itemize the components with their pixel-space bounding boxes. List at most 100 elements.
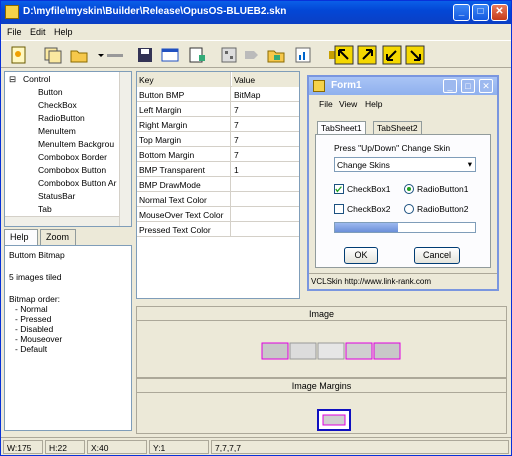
tree-item[interactable]: Combobox Button <box>38 165 106 175</box>
tree-horizontal-scrollbar[interactable] <box>5 216 119 226</box>
tree-item[interactable]: MenuItem Backgrou <box>38 139 114 149</box>
property-key[interactable]: Left Margin <box>137 102 231 117</box>
close-button[interactable]: ✕ <box>491 4 508 21</box>
chevron-down-icon[interactable]: ▾ <box>468 159 472 170</box>
image-folder-icon[interactable] <box>266 45 286 65</box>
property-key[interactable]: BMP DrawMode <box>137 177 231 192</box>
form-edit-icon[interactable] <box>187 45 207 65</box>
radiobutton1[interactable] <box>404 184 414 194</box>
tab-tabsheet1[interactable]: TabSheet1 <box>317 121 366 135</box>
help-line: - Normal <box>15 304 48 314</box>
tree-item[interactable]: StatusBar <box>38 191 75 201</box>
status-bar: W:175 H:22 X:40 Y:1 7,7,7,7 <box>1 437 511 455</box>
new-icon[interactable] <box>9 45 29 65</box>
arrow-down-left-icon[interactable] <box>382 45 402 65</box>
tab-zoom[interactable]: Zoom <box>40 229 76 245</box>
property-value[interactable]: BitMap <box>232 87 299 102</box>
preview-minimize-button[interactable]: _ <box>443 79 457 93</box>
button-bitmap-preview[interactable] <box>261 341 401 361</box>
grid-icon[interactable] <box>219 45 239 65</box>
radiobutton2-label: RadioButton2 <box>417 204 469 214</box>
tree-item[interactable]: Button <box>38 87 63 97</box>
property-key[interactable]: Pressed Text Color <box>137 222 231 237</box>
control-tree[interactable]: ⊟ Control Button CheckBox RadioButton Me… <box>4 71 132 227</box>
property-key[interactable]: BMP Transparent <box>137 162 231 177</box>
help-line: - Mouseover <box>15 334 63 344</box>
tree-item[interactable]: Combobox Border <box>38 152 107 162</box>
copy-icon[interactable] <box>43 45 63 65</box>
tree-collapse-icon[interactable]: ⊟ <box>9 74 16 85</box>
margins-preview[interactable] <box>317 409 351 431</box>
tree-item[interactable]: MenuItem <box>38 126 76 136</box>
property-value[interactable]: 7 <box>232 117 299 132</box>
checkbox2-label: CheckBox2 <box>347 204 391 214</box>
property-key[interactable]: MouseOver Text Color <box>137 207 231 222</box>
status-width: W:175 <box>3 440 43 454</box>
image-pane: Image <box>136 306 507 378</box>
tree-vertical-scrollbar[interactable] <box>119 72 131 226</box>
tree-item[interactable]: CheckBox <box>38 100 77 110</box>
tree-item[interactable]: Tab <box>38 204 52 214</box>
property-value[interactable] <box>232 177 299 192</box>
preview-form: Form1 _ □ ✕ File View Help TabSheet1 Tab… <box>307 75 499 291</box>
dropdown-arrow-icon[interactable] <box>91 45 104 65</box>
property-key[interactable]: Top Margin <box>137 132 231 147</box>
arrow-up-right-icon[interactable] <box>357 45 377 65</box>
property-key[interactable]: Normal Text Color <box>137 192 231 207</box>
property-value[interactable]: 7 <box>232 147 299 162</box>
property-value[interactable]: 1 <box>232 162 299 177</box>
radiobutton2[interactable] <box>404 204 414 214</box>
arrow-up-left-icon[interactable] <box>334 45 354 65</box>
ok-button[interactable]: OK <box>344 247 378 264</box>
status-x: X:40 <box>87 440 147 454</box>
property-key[interactable]: Right Margin <box>137 117 231 132</box>
tree-item[interactable]: Combobox Button Ar <box>38 178 116 188</box>
value-column-header[interactable]: Value <box>232 72 299 87</box>
chart-icon[interactable] <box>293 45 313 65</box>
image-margins-pane: Image Margins <box>136 378 507 434</box>
checkbox1[interactable] <box>334 184 344 194</box>
menu-bar: File Edit Help <box>1 24 511 40</box>
tag-icon <box>241 45 261 65</box>
property-grid: Key Value Button BMP BitMap Left Margin 7 … <box>136 71 300 299</box>
tree-item[interactable]: RadioButton <box>38 113 85 123</box>
preview-close-button[interactable]: ✕ <box>479 79 493 93</box>
combo-value: Change Skins <box>337 160 390 170</box>
property-value[interactable]: 7 <box>232 132 299 147</box>
status-y: Y:1 <box>149 440 209 454</box>
property-key[interactable]: Bottom Margin <box>137 147 231 162</box>
preview-title-bar[interactable]: Form1 _ □ ✕ <box>309 77 497 95</box>
maximize-button[interactable]: □ <box>472 4 489 21</box>
checkbox2[interactable] <box>334 204 344 214</box>
menu-edit[interactable]: Edit <box>30 27 46 37</box>
help-line: Bitmap order: <box>9 294 61 304</box>
tab-help[interactable]: Help <box>4 229 38 245</box>
tab-tabsheet2[interactable]: TabSheet2 <box>373 121 422 135</box>
arrow-down-right-icon[interactable] <box>405 45 425 65</box>
property-value[interactable] <box>232 222 299 237</box>
radiobutton1-label: RadioButton1 <box>417 184 469 194</box>
preview-menu-help[interactable]: Help <box>365 99 382 109</box>
open-folder-icon[interactable] <box>69 45 89 65</box>
property-value[interactable] <box>232 192 299 207</box>
window-icon[interactable] <box>160 45 180 65</box>
title-bar[interactable]: D:\myfile\myskin\Builder\Release\OpusOS-… <box>1 1 511 24</box>
preview-menu-view[interactable]: View <box>339 99 357 109</box>
preview-maximize-button[interactable]: □ <box>461 79 475 93</box>
change-skins-combobox[interactable]: Change Skins ▾ <box>334 157 476 172</box>
image-pane-header: Image <box>137 307 506 321</box>
menu-help[interactable]: Help <box>54 27 73 37</box>
property-value[interactable] <box>232 207 299 222</box>
menu-file[interactable]: File <box>7 27 22 37</box>
tree-root[interactable]: Control <box>23 74 50 84</box>
cancel-button[interactable]: Cancel <box>414 247 460 264</box>
key-column-header[interactable]: Key <box>137 72 231 87</box>
property-value[interactable]: 7 <box>232 102 299 117</box>
help-line: Buttom Bitmap <box>9 250 65 260</box>
progress-fill <box>335 223 398 232</box>
separator-icon <box>105 45 125 65</box>
minimize-button[interactable]: _ <box>453 4 470 21</box>
property-key[interactable]: Button BMP <box>137 87 231 102</box>
save-icon[interactable] <box>135 45 155 65</box>
preview-menu-file[interactable]: File <box>319 99 333 109</box>
